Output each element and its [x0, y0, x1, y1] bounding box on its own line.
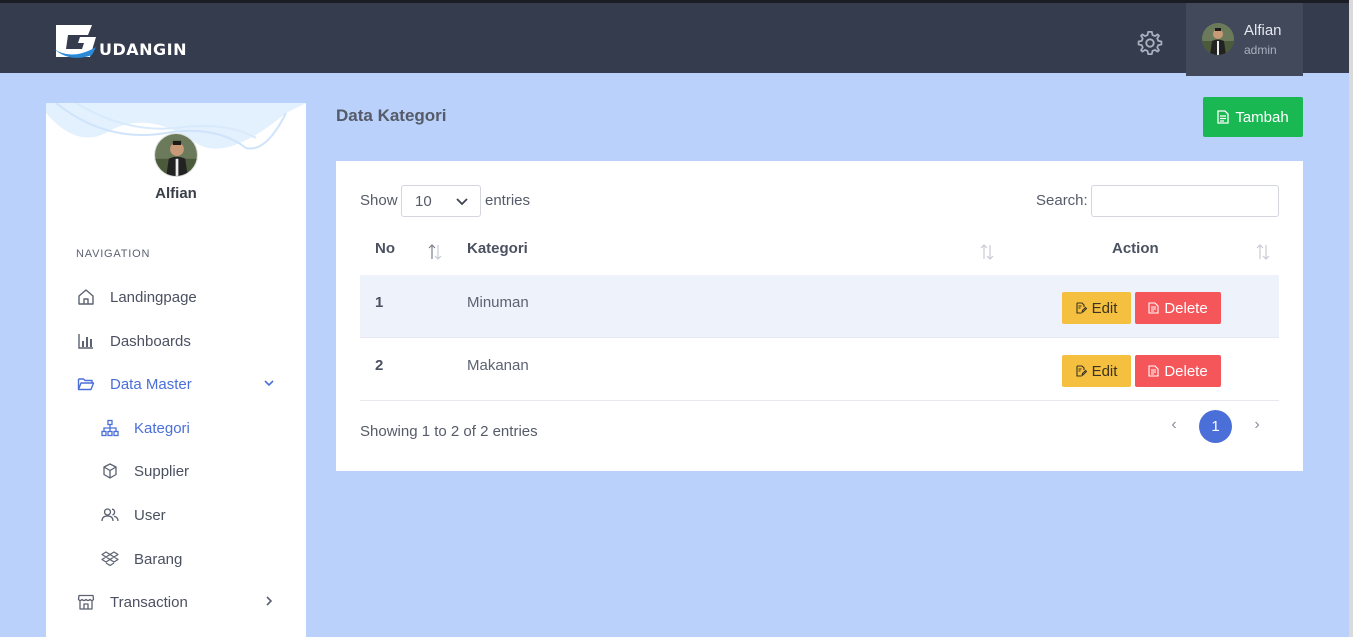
sidebar-item-label: Transaction [110, 593, 188, 611]
user-menu[interactable]: Alfian admin [1186, 3, 1303, 76]
profile-avatar [154, 133, 198, 177]
file-add-icon [1217, 110, 1229, 124]
pagination-page-current[interactable]: 1 [1199, 410, 1232, 443]
edit-label: Edit [1091, 299, 1118, 317]
column-header-kategori[interactable]: Kategori [467, 240, 528, 257]
show-label: Show [360, 192, 398, 209]
page-title: Data Kategori [336, 106, 447, 125]
chevron-down-icon [456, 198, 468, 206]
sort-icon[interactable] [1255, 241, 1271, 263]
sidebar-item-label: Barang [134, 550, 183, 568]
cell-kategori: Minuman [467, 294, 529, 311]
store-icon [76, 592, 96, 612]
table-row: 2 Makanan Edit Delete [360, 338, 1279, 401]
sidebar-item-dashboards[interactable]: Dashboards [76, 329, 276, 353]
sidebar-item-label: User [134, 506, 166, 524]
delete-button[interactable]: Delete [1135, 355, 1221, 387]
pagination-next[interactable]: › [1247, 416, 1267, 436]
user-name: Alfian [1244, 22, 1282, 39]
folder-open-icon [76, 374, 96, 394]
sidebar-item-user[interactable]: User [100, 503, 300, 527]
brand-logo[interactable]: UDANGIN [52, 21, 192, 61]
dropbox-icon [100, 549, 120, 569]
delete-label: Delete [1164, 299, 1208, 317]
entries-per-page-select[interactable]: 10 [401, 185, 481, 217]
logo-text: UDANGIN [99, 40, 188, 59]
sidebar: Alfian NAVIGATION Landingpage Dashboards… [46, 103, 306, 637]
entries-label: entries [485, 192, 531, 209]
sidebar-item-label: Dashboards [110, 332, 191, 350]
cell-no: 2 [375, 357, 384, 374]
sidebar-item-kategori[interactable]: Kategori [100, 416, 300, 440]
delete-button[interactable]: Delete [1135, 292, 1221, 324]
data-table-card: Show 10 entries Search: No Kategori Acti… [336, 161, 1303, 471]
sidebar-item-label: Kategori [134, 419, 190, 437]
delete-label: Delete [1164, 362, 1208, 380]
users-icon [100, 505, 120, 525]
sidebar-item-transaction[interactable]: Transaction [76, 590, 276, 614]
sidebar-item-data-master[interactable]: Data Master [76, 372, 276, 396]
sidebar-item-supplier[interactable]: Supplier [100, 459, 300, 483]
home-icon [76, 287, 96, 307]
column-header-no[interactable]: No [375, 240, 395, 257]
table-info: Showing 1 to 2 of 2 entries [360, 423, 538, 440]
gear-icon[interactable] [1136, 29, 1164, 57]
bar-chart-icon [76, 331, 96, 351]
edit-icon [1076, 302, 1087, 314]
cell-kategori: Makanan [467, 357, 529, 374]
top-navbar: UDANGIN Alfian admin [0, 0, 1353, 76]
edit-button[interactable]: Edit [1062, 292, 1131, 324]
edit-icon [1076, 365, 1087, 377]
cell-no: 1 [375, 294, 384, 311]
file-delete-icon [1148, 302, 1159, 314]
column-header-action[interactable]: Action [1112, 240, 1159, 257]
table-row: 1 Minuman Edit Delete [360, 275, 1279, 338]
scrollbar-track[interactable] [1349, 0, 1353, 637]
sidebar-item-label: Supplier [134, 462, 190, 480]
search-label: Search: [1036, 192, 1088, 209]
user-avatar [1202, 23, 1234, 55]
profile-name: Alfian [155, 185, 197, 202]
chevron-right-icon [266, 596, 273, 606]
entries-select-value: 10 [415, 192, 432, 210]
edit-label: Edit [1091, 362, 1118, 380]
pagination-prev[interactable]: ‹ [1164, 416, 1184, 436]
sidebar-item-label: Data Master [110, 375, 192, 393]
user-role: admin [1244, 43, 1277, 57]
sidebar-item-label: Landingpage [110, 288, 197, 306]
chevron-down-icon [264, 380, 274, 387]
sitemap-icon [100, 418, 120, 438]
add-button[interactable]: Tambah [1203, 97, 1303, 137]
search-input[interactable] [1091, 185, 1279, 217]
box-icon [100, 461, 120, 481]
sidebar-item-barang[interactable]: Barang [100, 547, 300, 571]
sort-asc-icon[interactable] [427, 241, 443, 263]
edit-button[interactable]: Edit [1062, 355, 1131, 387]
sidebar-item-landingpage[interactable]: Landingpage [76, 285, 276, 309]
sort-icon[interactable] [979, 241, 995, 263]
nav-section-title: NAVIGATION [76, 248, 151, 260]
file-delete-icon [1148, 365, 1159, 377]
add-button-label: Tambah [1235, 108, 1289, 126]
